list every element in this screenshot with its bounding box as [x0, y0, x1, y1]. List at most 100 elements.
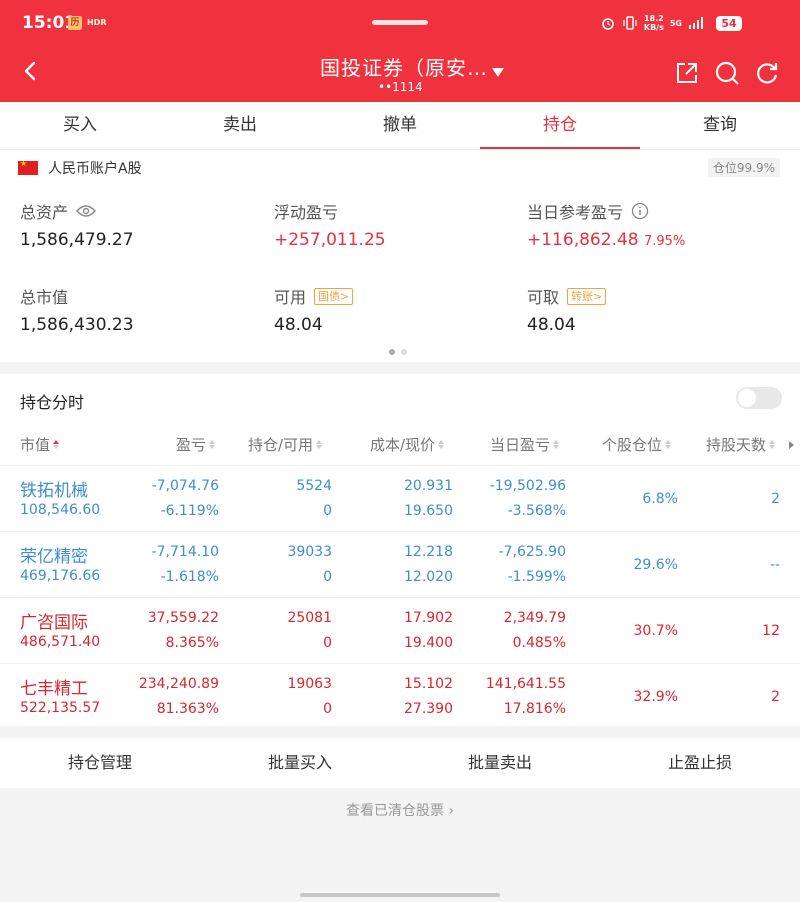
- stock-shares: 19063: [287, 676, 332, 692]
- table-header: 市值 盈亏 持仓/可用 成本/现价 当日盈亏 个股仓位 持股天数: [0, 426, 800, 464]
- account-dropdown-icon[interactable]: [492, 68, 504, 77]
- info-icon[interactable]: [631, 202, 649, 220]
- stock-market-value: 469,176.66: [20, 568, 101, 584]
- stock-name: 铁拓机械: [20, 481, 88, 501]
- available-cell: 可用 国债> 48.04: [274, 285, 354, 335]
- network-type: 5G: [669, 18, 682, 28]
- header-cost-price[interactable]: 成本/现价: [370, 434, 445, 455]
- page-dot-1[interactable]: [389, 349, 395, 355]
- table-row[interactable]: 七丰精工 522,135.57 234,240.89 81.363% 19063 0 15.…: [0, 663, 800, 729]
- header-today-pnl[interactable]: 当日盈亏: [490, 434, 560, 455]
- floating-pnl-value: +257,011.25: [274, 230, 386, 250]
- stock-price: 12.020: [404, 569, 453, 585]
- tab-query[interactable]: 查询: [640, 102, 800, 149]
- refresh-icon[interactable]: [754, 60, 780, 86]
- stock-position: 32.9%: [633, 689, 678, 705]
- broker-title[interactable]: 国投证券（原安…: [320, 52, 488, 81]
- batch-sell-button[interactable]: 批量卖出: [400, 738, 600, 788]
- stock-available: 0: [323, 701, 332, 717]
- floating-pnl-cell: 浮动盈亏 +257,011.25: [274, 200, 386, 250]
- home-indicator[interactable]: [300, 893, 500, 897]
- stock-today-pct: -3.568%: [507, 503, 566, 519]
- network-speed: 18.2 KB/s: [643, 14, 664, 32]
- stock-price: 27.390: [404, 701, 453, 717]
- cleared-stocks-link[interactable]: 查看已清仓股票 ›: [0, 800, 800, 820]
- stock-available: 0: [323, 503, 332, 519]
- app-header: 15:01 历 HDR 18.2 KB/s 5G 54 国投证券（原安… ••11…: [0, 0, 800, 102]
- app-notification-icon: 历: [68, 16, 82, 30]
- floating-pnl-label: 浮动盈亏: [274, 203, 339, 222]
- status-bar: 15:01 历 HDR 18.2 KB/s 5G 54: [0, 0, 800, 44]
- stock-available: 0: [323, 569, 332, 585]
- vibrate-icon: [623, 16, 637, 30]
- today-pnl-value: +116,862.48: [527, 230, 639, 250]
- stock-pnl-pct: 8.365%: [165, 635, 219, 651]
- tab-positions[interactable]: 持仓: [480, 102, 640, 149]
- intraday-toggle[interactable]: [736, 387, 782, 409]
- transfer-tag[interactable]: 转账>: [567, 287, 607, 305]
- stock-price: 19.400: [404, 635, 453, 651]
- stock-market-value: 522,135.57: [20, 700, 101, 716]
- search-icon[interactable]: [714, 60, 740, 86]
- stock-shares: 39033: [287, 544, 332, 560]
- withdrawable-value: 48.04: [527, 315, 576, 335]
- today-pnl-pct: 7.95%: [644, 234, 686, 249]
- stock-hold-days: 2: [771, 689, 780, 705]
- available-label: 可用: [274, 288, 307, 307]
- trade-tabs: 买入 卖出 撤单 持仓 查询: [0, 102, 800, 150]
- holdings-intraday-label: 持仓分时: [20, 393, 85, 412]
- stock-cost: 15.102: [404, 676, 453, 692]
- stock-pnl: -7,714.10: [151, 544, 219, 560]
- batch-buy-button[interactable]: 批量买入: [200, 738, 400, 788]
- header-shares[interactable]: 持仓/可用: [248, 434, 323, 455]
- header-days[interactable]: 持股天数: [706, 434, 776, 455]
- market-value-cell: 总市值 1,586,430.23: [20, 285, 134, 335]
- stock-cost: 20.931: [404, 478, 453, 494]
- tab-buy[interactable]: 买入: [0, 102, 160, 149]
- today-pnl-label: 当日参考盈亏: [527, 203, 624, 222]
- stock-pnl: 37,559.22: [147, 610, 219, 626]
- total-assets-value: 1,586,479.27: [20, 230, 134, 250]
- share-icon[interactable]: [674, 60, 700, 86]
- drag-handle[interactable]: [372, 20, 428, 25]
- scroll-right-icon[interactable]: [789, 441, 794, 449]
- stock-pnl-pct: -1.618%: [160, 569, 219, 585]
- page-dot-2[interactable]: [401, 349, 407, 355]
- china-flag-icon: [18, 159, 38, 175]
- treasury-bond-tag[interactable]: 国债>: [314, 287, 354, 305]
- account-type-label: 人民币账户A股: [48, 161, 142, 177]
- stock-hold-days: --: [769, 557, 780, 573]
- account-number: ••1114: [378, 80, 423, 94]
- status-icons: 18.2 KB/s 5G: [600, 14, 704, 32]
- stock-today-pct: 0.485%: [512, 635, 566, 651]
- position-ratio-badge: 仓位99.9%: [707, 158, 780, 177]
- withdrawable-label: 可取: [527, 288, 560, 307]
- stock-shares: 25081: [287, 610, 332, 626]
- header-pnl[interactable]: 盈亏: [176, 434, 216, 455]
- tab-cancel[interactable]: 撤单: [320, 102, 480, 149]
- stop-profit-loss-button[interactable]: 止盈止损: [600, 738, 800, 788]
- stock-today-pnl: -19,502.96: [489, 478, 566, 494]
- stock-cost: 17.902: [404, 610, 453, 626]
- table-row[interactable]: 广咨国际 486,571.40 37,559.22 8.365% 25081 0 17.90…: [0, 597, 800, 663]
- manage-positions-button[interactable]: 持仓管理: [0, 738, 200, 788]
- back-arrow-icon[interactable]: [20, 60, 42, 82]
- total-assets-cell: 总资产 1,586,479.27: [20, 200, 134, 250]
- tab-sell[interactable]: 卖出: [160, 102, 320, 149]
- stock-today-pct: 17.816%: [503, 701, 566, 717]
- battery-indicator: 54: [716, 16, 742, 31]
- account-summary: 人民币账户A股 仓位99.9% 总资产 1,586,479.27 浮动盈亏 +2…: [0, 150, 800, 362]
- withdrawable-cell: 可取 转账> 48.04: [527, 285, 607, 335]
- stock-position: 29.6%: [633, 557, 678, 573]
- stock-position: 6.8%: [642, 491, 678, 507]
- header-position[interactable]: 个股仓位: [602, 434, 672, 455]
- alarm-icon: [602, 18, 614, 30]
- table-row[interactable]: 荣亿精密 469,176.66 -7,714.10 -1.618% 39033 0 12.2…: [0, 531, 800, 597]
- stock-shares: 5524: [296, 478, 332, 494]
- stock-name: 七丰精工: [20, 679, 88, 699]
- table-row[interactable]: 铁拓机械 108,546.60 -7,074.76 -6.119% 5524 0 20.93…: [0, 465, 800, 531]
- eye-icon[interactable]: [76, 204, 96, 218]
- hdr-icon: HDR: [87, 18, 107, 27]
- header-market-value[interactable]: 市值: [20, 434, 60, 455]
- stock-price: 19.650: [404, 503, 453, 519]
